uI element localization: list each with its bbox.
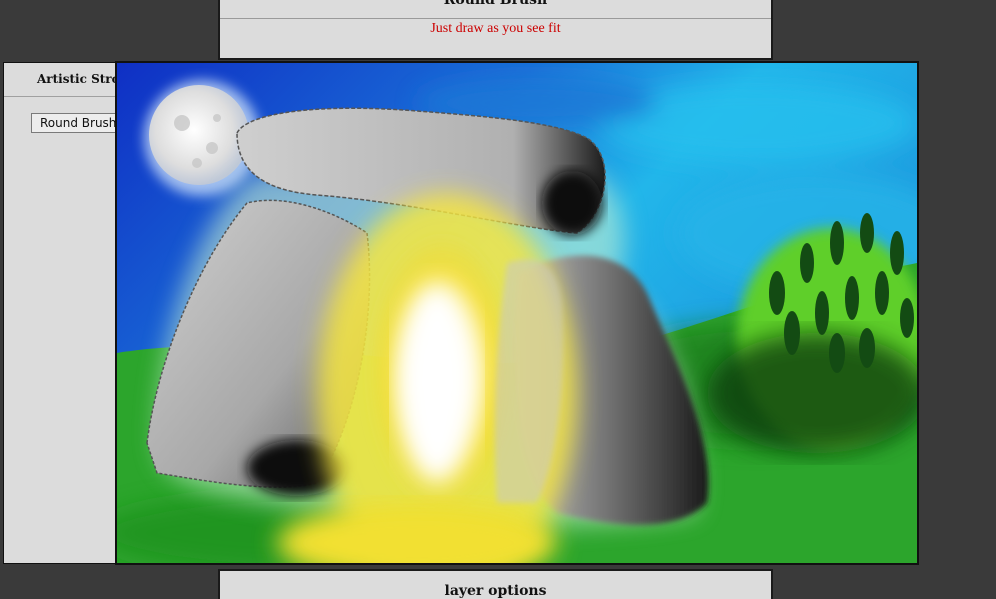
paint-app: Round Brush Just draw as you see fit Art…	[0, 0, 996, 599]
divider	[220, 18, 771, 19]
brush-panel-title: Round Brush	[443, 0, 548, 8]
cap-shadow	[542, 171, 602, 235]
brush-panel: Round Brush Just draw as you see fit	[218, 0, 773, 60]
layer-options-panel: layer options	[218, 569, 773, 599]
drawing-canvas[interactable]	[115, 61, 919, 565]
layer-options-title[interactable]: layer options	[220, 583, 771, 599]
round-brush-button[interactable]: Round Brush	[31, 113, 126, 133]
divider	[4, 96, 118, 97]
artistic-stroke-panel: Artistic Stroke Round Brush	[3, 62, 136, 564]
brush-hint-text: Just draw as you see fit	[430, 21, 561, 36]
